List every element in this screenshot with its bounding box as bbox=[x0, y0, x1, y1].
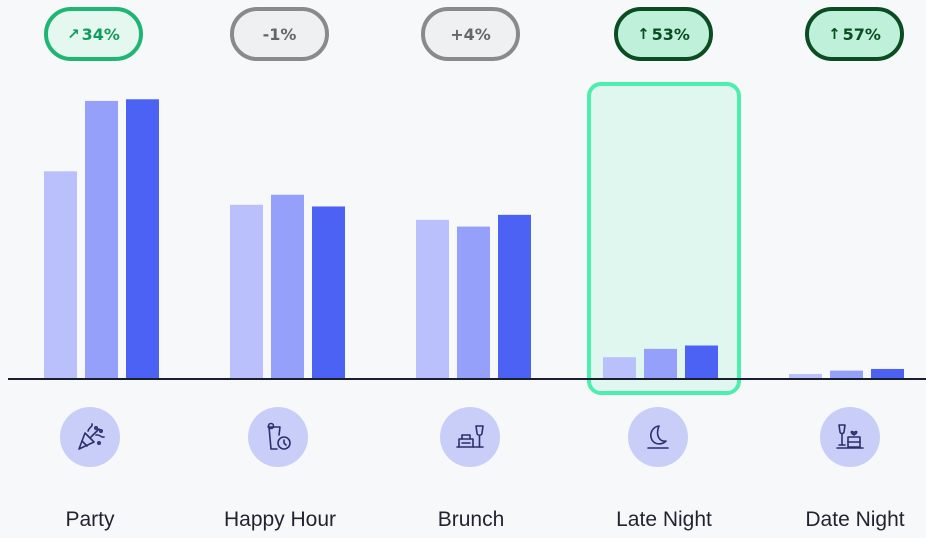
category-label-date-night: Date Night bbox=[805, 508, 905, 531]
bar-happy-hour-1 bbox=[230, 204, 263, 379]
bar-late-night-2 bbox=[644, 348, 677, 379]
bar-brunch-2 bbox=[457, 226, 490, 379]
chart-area: ↗ 34% -1% +4% ↑ 53% ↑ 57% Party Happy Ho… bbox=[0, 0, 926, 538]
category-label-party: Party bbox=[65, 508, 115, 531]
change-value: 34% bbox=[81, 24, 120, 44]
arrow-up-icon: ↑ bbox=[637, 25, 650, 43]
bar-date-night-3 bbox=[871, 368, 904, 379]
change-badge-happy-hour: -1% bbox=[230, 7, 329, 61]
date-night-icon bbox=[820, 407, 880, 467]
arrow-up-icon: ↑ bbox=[828, 25, 841, 43]
arrow-up-right-icon: ↗ bbox=[67, 25, 80, 43]
change-value: +4% bbox=[450, 24, 491, 44]
category-label-happy-hour: Happy Hour bbox=[223, 508, 337, 531]
change-badge-party: ↗ 34% bbox=[44, 7, 143, 61]
bar-brunch-3 bbox=[498, 214, 531, 379]
bar-late-night-1 bbox=[603, 357, 636, 379]
moon-icon bbox=[628, 407, 688, 467]
change-value: 57% bbox=[842, 24, 881, 44]
bar-date-night-2 bbox=[830, 370, 863, 379]
change-badge-date-night: ↑ 57% bbox=[805, 7, 904, 61]
change-value: 53% bbox=[651, 24, 690, 44]
change-badge-late-night: ↑ 53% bbox=[614, 7, 713, 61]
bar-happy-hour-3 bbox=[312, 206, 345, 379]
bar-brunch-1 bbox=[416, 219, 449, 379]
bar-party-2 bbox=[85, 100, 118, 379]
change-badge-brunch: +4% bbox=[421, 7, 520, 61]
change-value: -1% bbox=[262, 24, 297, 44]
category-label-brunch: Brunch bbox=[437, 508, 505, 531]
bar-late-night-3 bbox=[685, 345, 718, 379]
category-label-late-night: Late Night bbox=[616, 508, 712, 531]
happy-hour-clock-icon bbox=[248, 407, 308, 467]
brunch-icon bbox=[440, 407, 500, 467]
bar-party-1 bbox=[44, 171, 77, 379]
bar-happy-hour-2 bbox=[271, 194, 304, 379]
bar-party-3 bbox=[126, 99, 159, 380]
party-popper-icon bbox=[60, 407, 120, 467]
